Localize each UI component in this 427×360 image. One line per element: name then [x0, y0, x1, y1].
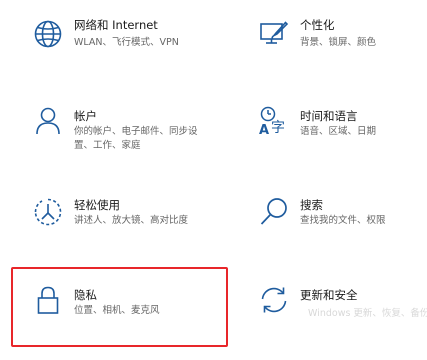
- tile-title: 个性化: [300, 18, 335, 32]
- tile-title: 轻松使用: [74, 198, 120, 212]
- watermark-text: Windows 更新、恢复、备份: [308, 308, 427, 319]
- tile-title: 帐户: [74, 109, 97, 123]
- update-sync-icon: [258, 284, 290, 316]
- tile-description: 语音、区域、日期: [300, 125, 376, 139]
- globe-icon: [32, 18, 64, 50]
- tile-description: WLAN、飞行模式、VPN: [74, 36, 179, 50]
- tile-search[interactable]: 搜索 查找我的文件、权限: [240, 186, 420, 246]
- person-icon: [32, 105, 64, 137]
- tile-description: 讲述人、放大镜、高对比度: [74, 214, 188, 228]
- tile-personalization[interactable]: 个性化 背景、锁屏、颜色: [240, 6, 420, 66]
- time-language-icon-letter: A: [259, 123, 269, 138]
- highlight-annotation-box: [11, 267, 228, 347]
- personalization-icon: [258, 18, 290, 50]
- tile-description: 查找我的文件、权限: [300, 214, 386, 228]
- tile-time-language[interactable]: A 字 时间和语言 语音、区域、日期: [240, 97, 420, 157]
- tile-title: 网络和 Internet: [74, 18, 158, 32]
- settings-category-grid: 网络和 Internet WLAN、飞行模式、VPN 个性化 背景、锁屏、颜色: [0, 0, 427, 360]
- search-icon: [258, 196, 290, 228]
- tile-description: 你的帐户、电子邮件、同步设 置、工作、家庭: [74, 125, 198, 153]
- tile-network-internet[interactable]: 网络和 Internet WLAN、飞行模式、VPN: [14, 6, 224, 66]
- tile-description: 背景、锁屏、颜色: [300, 36, 376, 50]
- ease-of-access-icon: [32, 196, 64, 228]
- time-language-icon: A 字: [258, 105, 290, 138]
- tile-description-line: WLAN、飞行模式、VPN: [74, 37, 179, 48]
- tile-description-line: 背景、锁屏、颜色: [300, 37, 377, 48]
- tile-description-line: 查找我的文件、权限: [300, 215, 386, 226]
- tile-description-line: 讲述人、放大镜、高对比度: [74, 215, 189, 226]
- time-language-icon-char: 字: [271, 120, 285, 136]
- tile-ease-of-access[interactable]: 轻松使用 讲述人、放大镜、高对比度: [14, 186, 224, 246]
- tile-accounts[interactable]: 帐户 你的帐户、电子邮件、同步设 置、工作、家庭: [14, 97, 224, 157]
- tile-description-line: 置、工作、家庭: [74, 140, 141, 151]
- tile-title: 更新和安全: [300, 288, 358, 302]
- tile-title: 搜索: [300, 198, 323, 212]
- tile-description-line: 你的帐户、电子邮件、同步设: [74, 126, 198, 137]
- tile-title: 时间和语言: [300, 109, 358, 123]
- tile-description-line: 语音、区域、日期: [300, 126, 377, 137]
